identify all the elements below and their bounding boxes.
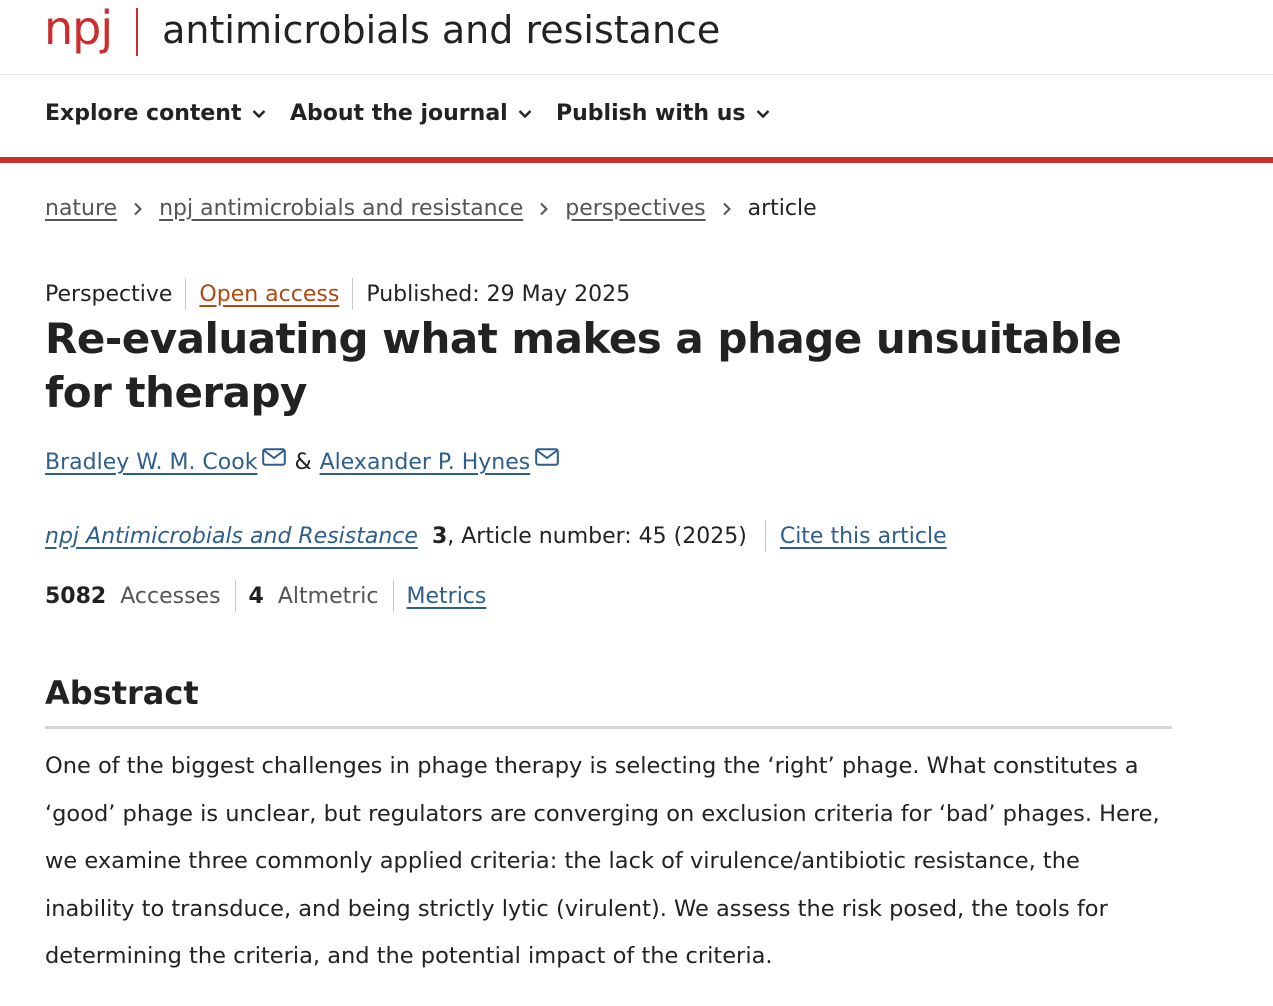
- open-access-link[interactable]: Open access: [199, 282, 339, 307]
- volume-number: 3: [431, 523, 448, 549]
- accesses-label: Accesses: [120, 583, 221, 609]
- chevron-down-icon: [252, 109, 265, 118]
- article-type: Perspective: [45, 281, 173, 307]
- breadcrumb-journal[interactable]: npj antimicrobials and resistance: [159, 196, 523, 221]
- breadcrumb-perspectives[interactable]: perspectives: [565, 196, 705, 221]
- journal-name: antimicrobials and resistance: [162, 8, 721, 52]
- breadcrumb-nature[interactable]: nature: [45, 196, 117, 221]
- author-link[interactable]: Bradley W. M. Cook: [45, 450, 257, 475]
- article-metrics: 5082 Accesses 4 Altmetric Metrics: [45, 578, 486, 614]
- nav-label: About the journal: [290, 101, 508, 126]
- abstract-heading: Abstract: [45, 674, 199, 712]
- main-nav: Explore content About the journal Publis…: [0, 76, 1273, 158]
- breadcrumb-current: article: [747, 196, 817, 221]
- chevron-right-icon: [133, 202, 143, 216]
- abstract-text: One of the biggest challenges in phage t…: [45, 753, 1160, 969]
- article-title: Re-evaluating what makes a phage unsuita…: [45, 314, 1122, 417]
- mail-icon[interactable]: [262, 447, 287, 466]
- journal-logo[interactable]: npj antimicrobials and resistance: [44, 4, 720, 60]
- citation-divider: [764, 520, 766, 552]
- altmetric-count: 4: [248, 583, 264, 609]
- article-number: , Article number: 45 (2025): [447, 523, 747, 549]
- author-list: Bradley W. M. Cook & Alexander P. Hynes: [45, 447, 560, 475]
- author-link[interactable]: Alexander P. Hynes: [320, 450, 531, 475]
- nav-red-rule: [0, 157, 1273, 163]
- chevron-down-icon: [756, 109, 769, 118]
- meta-divider: [352, 278, 354, 310]
- breadcrumb: nature npj antimicrobials and resistance…: [45, 196, 817, 221]
- npj-logo-text: npj: [44, 1, 113, 55]
- mail-icon[interactable]: [535, 447, 560, 466]
- published-date: Published: 29 May 2025: [366, 281, 631, 307]
- meta-divider: [185, 278, 187, 310]
- nav-about-journal[interactable]: About the journal: [290, 101, 532, 126]
- author-separator: &: [294, 450, 312, 475]
- nav-label: Explore content: [45, 101, 242, 126]
- nav-explore-content[interactable]: Explore content: [45, 101, 266, 126]
- nav-label: Publish with us: [556, 101, 746, 126]
- cite-this-article-link[interactable]: Cite this article: [780, 524, 947, 549]
- masthead: npj antimicrobials and resistance: [0, 0, 1273, 75]
- metrics-link[interactable]: Metrics: [407, 584, 487, 609]
- chevron-right-icon: [539, 202, 549, 216]
- accesses-count: 5082: [45, 583, 107, 609]
- article-meta: Perspective Open access Published: 29 Ma…: [45, 276, 630, 312]
- citation-line: npj Antimicrobials and Resistance 3 , Ar…: [45, 518, 947, 554]
- chevron-down-icon: [518, 109, 532, 118]
- journal-link[interactable]: npj Antimicrobials and Resistance: [45, 524, 418, 549]
- metrics-divider: [234, 580, 236, 612]
- metrics-divider: [392, 580, 394, 612]
- nav-publish-with-us[interactable]: Publish with us: [556, 101, 770, 126]
- chevron-right-icon: [722, 202, 732, 216]
- altmetric-label: Altmetric: [277, 583, 379, 609]
- logo-divider: [136, 8, 139, 56]
- abstract-divider: [45, 726, 1172, 729]
